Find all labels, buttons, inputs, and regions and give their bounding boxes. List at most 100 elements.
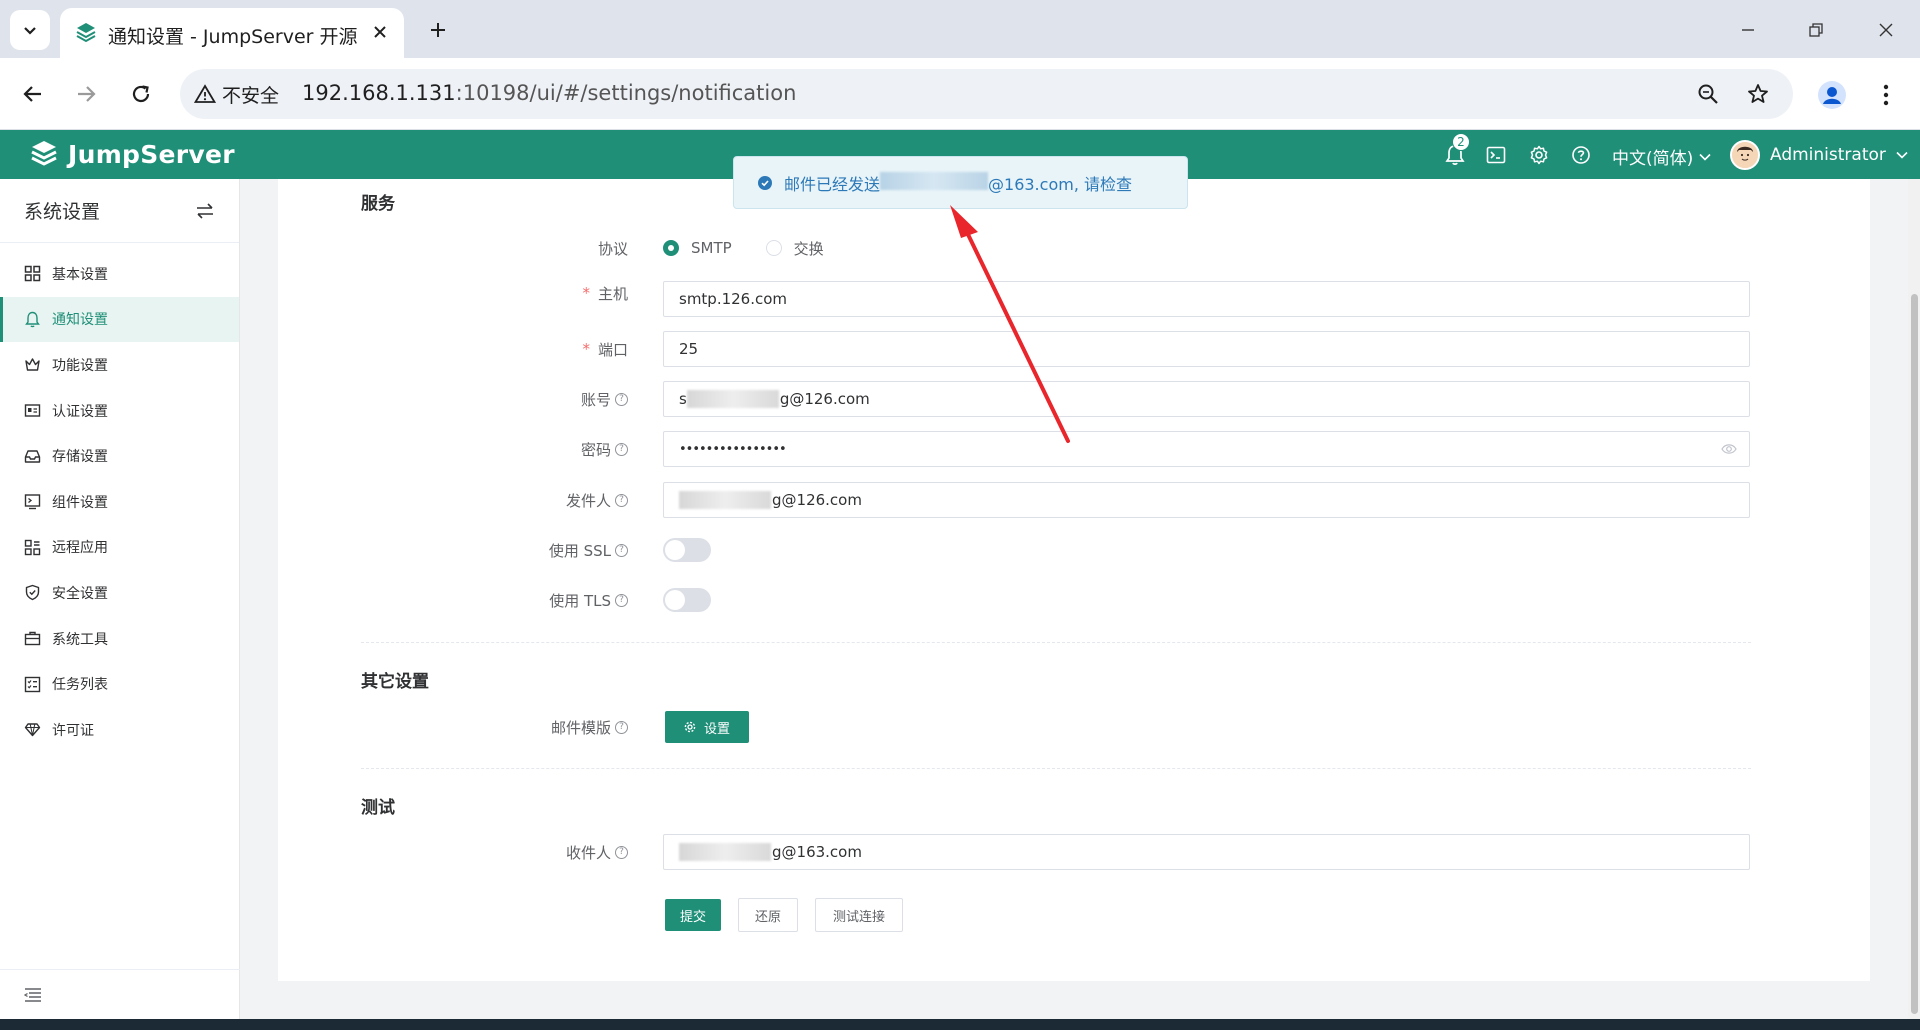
page-scrollbar[interactable] [1908, 179, 1920, 1019]
submit-button[interactable]: 提交 [665, 899, 721, 931]
sender-label: 发件人? [278, 482, 628, 518]
tls-switch[interactable] [663, 588, 711, 612]
user-face-icon [1732, 142, 1758, 168]
host-value: smtp.126.com [679, 290, 788, 308]
sidebar-item-label: 许可证 [52, 722, 94, 739]
sidebar-item-security[interactable]: 安全设置 [0, 570, 239, 616]
forward-button[interactable] [66, 74, 106, 114]
port-input[interactable]: 25 [663, 331, 1750, 367]
password-label-text: 密码 [580, 440, 611, 459]
sidebar-item-basic[interactable]: 基本设置 [0, 251, 239, 297]
help-icon[interactable]: ? [615, 845, 628, 859]
help-icon[interactable]: ? [615, 543, 628, 557]
gear-icon [684, 721, 696, 733]
protocol-radio-smtp[interactable]: SMTP [663, 239, 732, 257]
protocol-radio-exchange[interactable]: 交换 [765, 238, 824, 259]
recipient-input[interactable]: g@163.com [663, 834, 1750, 870]
tab-close-button[interactable] [366, 18, 394, 46]
jumpserver-logo[interactable]: JumpServer [28, 138, 235, 170]
restore-button[interactable] [1796, 10, 1836, 50]
sidebar-item-label: 存储设置 [52, 449, 108, 466]
toast-prefix: 邮件已经发送 [784, 174, 881, 194]
section-title-other: 其它设置 [361, 672, 429, 692]
inbox-icon [24, 449, 41, 463]
security-indicator[interactable]: 不安全 [194, 79, 279, 109]
protocol-label: 协议 [278, 236, 628, 260]
briefcase-icon [24, 631, 41, 646]
reset-button[interactable]: 还原 [738, 898, 798, 932]
security-label: 不安全 [222, 84, 280, 107]
sidebar-item-label: 功能设置 [52, 357, 108, 374]
help-icon[interactable]: ? [615, 493, 628, 507]
crown-icon [25, 358, 40, 372]
sidebar-item-license[interactable]: 许可证 [0, 707, 239, 753]
help-icon[interactable]: ? [615, 720, 628, 734]
sidebar-item-label: 基本设置 [52, 266, 108, 283]
ssl-label-text: 使用 SSL [548, 541, 611, 560]
sender-input[interactable]: g@126.com [663, 482, 1750, 518]
swap-icon[interactable] [195, 202, 215, 220]
account-value-prefix: s [679, 390, 687, 408]
id-card-icon [24, 404, 41, 417]
chevron-down-icon [1896, 151, 1908, 159]
help-icon[interactable]: ? [615, 392, 628, 406]
terminal-icon [1486, 146, 1506, 164]
sidebar-collapse-button[interactable] [0, 969, 240, 1019]
scrollbar-thumb[interactable] [1911, 294, 1918, 1014]
sidebar-item-tasks[interactable]: 任务列表 [0, 661, 239, 707]
help-icon[interactable]: ? [615, 593, 628, 607]
tls-label-text: 使用 TLS [549, 591, 611, 610]
language-label: 中文(简体) [1612, 149, 1694, 169]
browser-tab-active[interactable]: 通知设置 - JumpServer 开源堡 [60, 8, 404, 58]
password-input[interactable]: •••••••••••••••• [663, 431, 1750, 467]
notification-badge: 2 [1452, 133, 1470, 151]
apps-icon [24, 539, 41, 556]
logo-text: JumpServer [68, 139, 235, 169]
profile-button[interactable] [1812, 75, 1852, 115]
sidebar-item-notification[interactable]: 通知设置 [0, 296, 239, 343]
user-name: Administrator [1770, 145, 1886, 165]
settings-button[interactable] [1526, 142, 1552, 168]
account-input[interactable]: s g@126.com [663, 381, 1750, 417]
url-host: 192.168.1.131 [302, 81, 456, 105]
jumpserver-logo-icon [31, 141, 57, 166]
language-switcher[interactable]: 中文(简体) [1612, 144, 1711, 169]
ssl-switch[interactable] [663, 538, 711, 562]
gear-icon [1530, 145, 1548, 165]
reload-button[interactable] [121, 74, 161, 114]
shield-icon [25, 585, 40, 601]
sidebar-item-auth[interactable]: 认证设置 [0, 388, 239, 434]
address-bar[interactable]: 不安全 192.168.1.131:10198/ui/#/settings/no… [180, 69, 1793, 119]
help-button[interactable] [1568, 142, 1594, 168]
back-button[interactable] [13, 74, 53, 114]
new-tab-button[interactable] [422, 14, 454, 46]
test-connection-button[interactable]: 测试连接 [815, 898, 903, 932]
web-terminal-button[interactable] [1483, 142, 1509, 168]
minimize-button[interactable] [1728, 10, 1768, 50]
ssl-label: 使用 SSL? [278, 538, 628, 562]
account-label-text: 账号 [580, 390, 611, 409]
test-connection-label: 测试连接 [832, 909, 885, 925]
eye-icon[interactable] [1721, 442, 1737, 456]
sidebar-item-remote-apps[interactable]: 远程应用 [0, 525, 239, 571]
sidebar-item-label: 任务列表 [52, 677, 108, 694]
user-avatar-icon [1818, 81, 1846, 109]
sidebar-item-label: 认证设置 [52, 403, 108, 420]
close-window-button[interactable] [1866, 10, 1906, 50]
bookmark-button[interactable] [1742, 78, 1774, 110]
footer-bar [0, 1019, 1920, 1030]
help-icon[interactable]: ? [615, 442, 628, 456]
user-menu[interactable]: Administrator [1730, 140, 1908, 170]
warning-icon [194, 84, 216, 103]
browser-menu-button[interactable] [1868, 75, 1904, 115]
recipient-value-suffix: g@163.com [772, 843, 862, 861]
sidebar-item-tools[interactable]: 系统工具 [0, 616, 239, 662]
zoom-button[interactable] [1692, 78, 1724, 110]
sidebar-item-features[interactable]: 功能设置 [0, 342, 239, 388]
sidebar-item-components[interactable]: 组件设置 [0, 479, 239, 525]
sidebar-item-storage[interactable]: 存储设置 [0, 433, 239, 479]
host-input[interactable]: smtp.126.com [663, 281, 1750, 317]
tab-search-button[interactable] [10, 10, 50, 50]
template-settings-button[interactable]: 设置 [665, 711, 749, 743]
account-value-suffix: g@126.com [779, 390, 870, 408]
